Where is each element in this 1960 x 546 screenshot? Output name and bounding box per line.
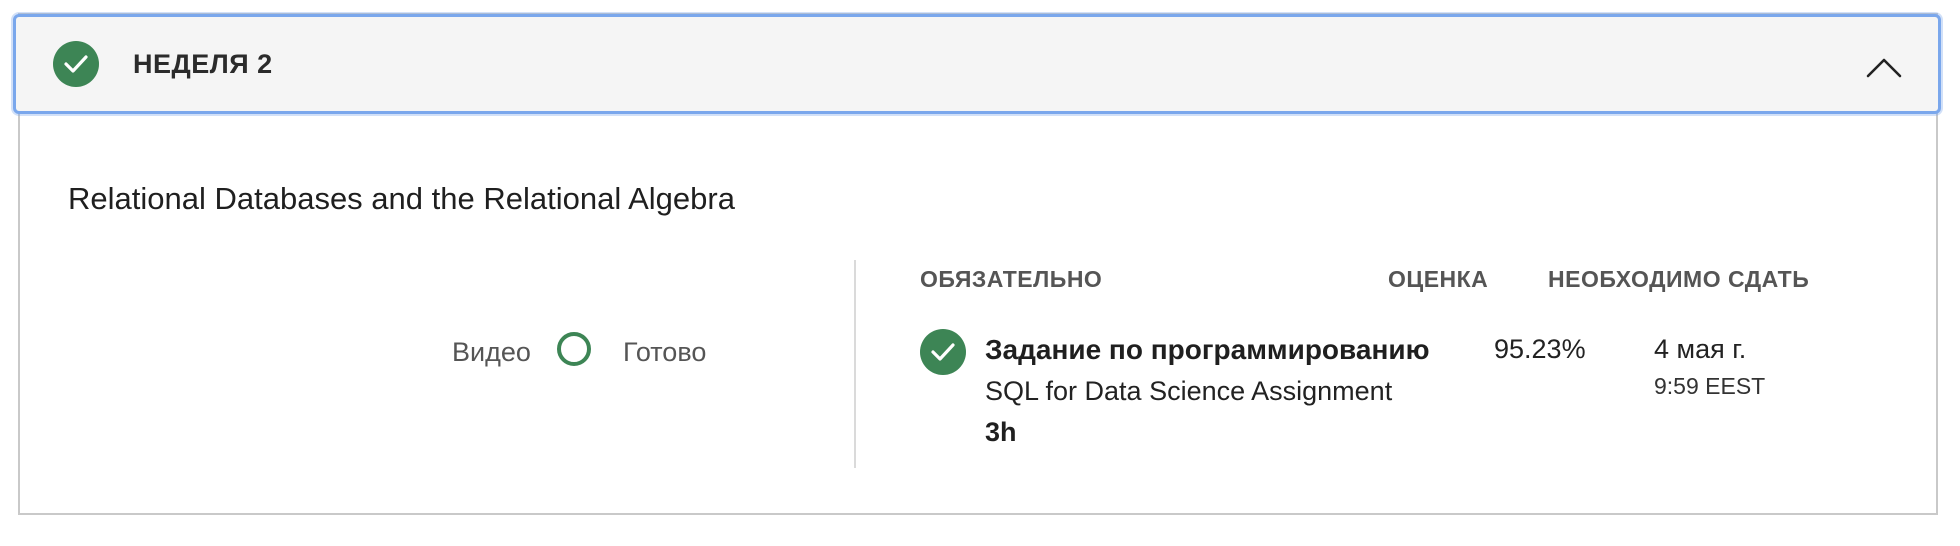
item-name-link[interactable]: SQL for Data Science Assignment (985, 376, 1392, 407)
item-due-date: 4 мая г. (1654, 334, 1747, 364)
week-header[interactable]: НЕДЕЛЯ 2 (13, 14, 1941, 114)
legend-done-label: Готово (623, 337, 707, 367)
column-header-due: НЕОБХОДИМО СДАТЬ (1548, 266, 1810, 292)
item-type-link[interactable]: Задание по программированию (985, 334, 1430, 366)
week-title: НЕДЕЛЯ 2 (133, 49, 273, 79)
item-grade: 95.23% (1494, 334, 1586, 364)
item-due-time: 9:59 EEST (1654, 373, 1766, 399)
module-title: Relational Databases and the Relational … (68, 181, 735, 216)
column-divider (854, 260, 856, 468)
column-header-grade: ОЦЕНКА (1388, 266, 1489, 292)
legend-video-label: Видео (452, 337, 531, 367)
chevron-up-icon[interactable] (1864, 55, 1904, 79)
check-circle-icon (53, 41, 99, 87)
column-header-required: ОБЯЗАТЕЛЬНО (920, 266, 1103, 292)
progress-ring-icon (557, 332, 591, 366)
item-duration: 3h (985, 417, 1017, 447)
item-check-circle-icon (920, 329, 966, 375)
